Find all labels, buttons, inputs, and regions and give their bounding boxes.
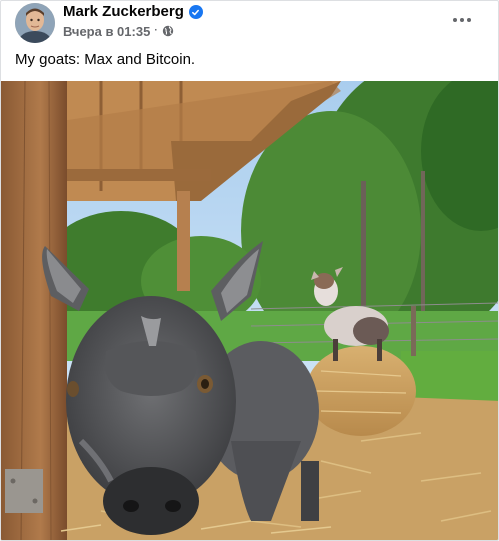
- meta-separator: ·: [154, 25, 158, 36]
- dot-icon: [467, 18, 471, 22]
- verified-badge-icon: [188, 5, 203, 19]
- feed-post: Mark Zuckerberg Вчера в 01:35 · My goats…: [0, 0, 499, 541]
- post-photo[interactable]: [1, 81, 498, 540]
- dot-icon: [460, 18, 464, 22]
- avatar-image: [15, 3, 55, 43]
- post-header: Mark Zuckerberg Вчера в 01:35 ·: [1, 1, 498, 45]
- more-options-button[interactable]: [446, 9, 478, 31]
- post-caption: My goats: Max and Bitcoin.: [15, 51, 196, 68]
- post-meta: Вчера в 01:35 ·: [63, 23, 174, 39]
- globe-icon[interactable]: [162, 25, 174, 37]
- author-row: Mark Zuckerberg: [63, 3, 203, 21]
- goats-photo: [1, 81, 498, 540]
- author-avatar[interactable]: [15, 3, 55, 43]
- post-timestamp[interactable]: Вчера в 01:35: [63, 24, 150, 39]
- dot-icon: [453, 18, 457, 22]
- author-name[interactable]: Mark Zuckerberg: [63, 3, 184, 21]
